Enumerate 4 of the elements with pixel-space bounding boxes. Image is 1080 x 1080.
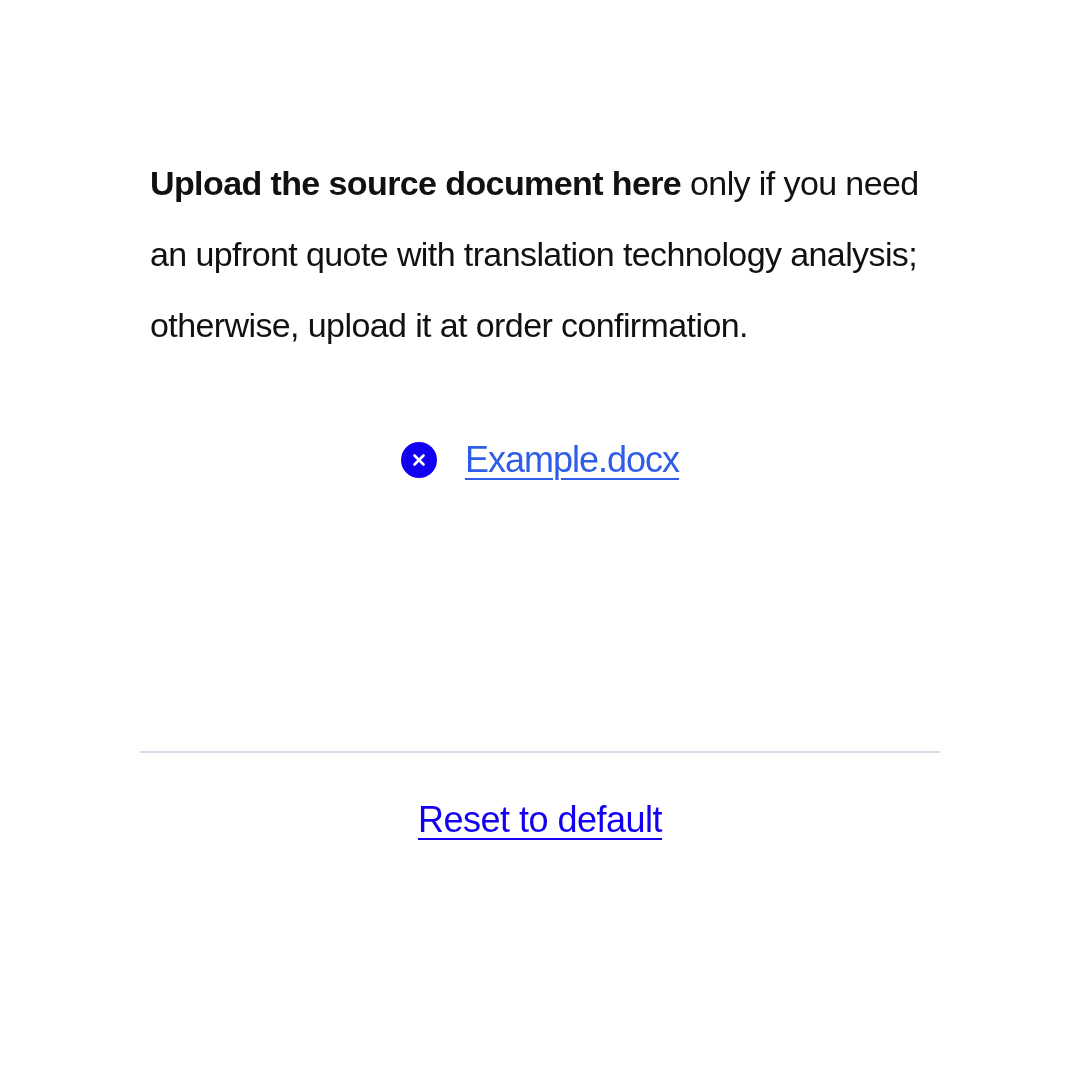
reset-link[interactable]: Reset to default xyxy=(417,799,663,841)
upload-instructions: Upload the source document here only if you need an upfront quote with translation technology analysis; otherwise, upload it at order confirmation. xyxy=(150,163,920,346)
file-link[interactable]: Example.docx xyxy=(464,439,680,481)
remove-file-button[interactable] xyxy=(400,442,437,478)
